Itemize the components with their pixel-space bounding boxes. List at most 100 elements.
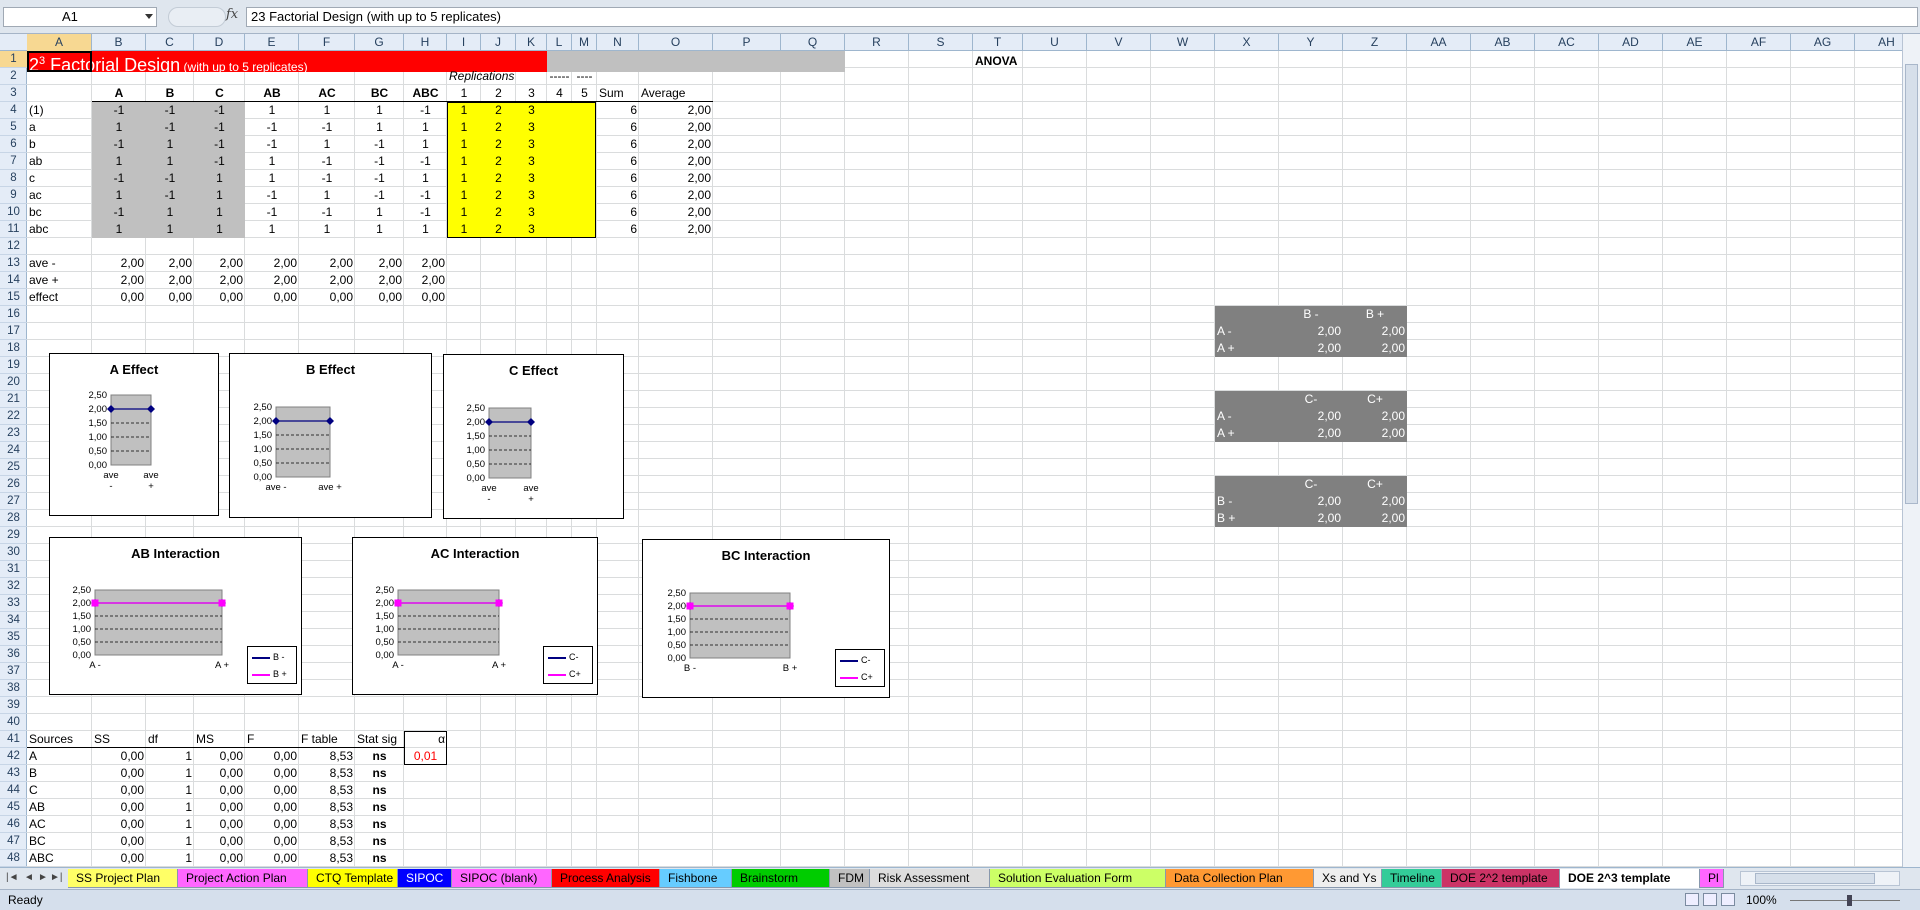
row-header-21[interactable]: 21	[0, 391, 27, 408]
design-value[interactable]: 1	[247, 170, 297, 187]
interaction-value[interactable]: 2,00	[1281, 425, 1341, 442]
replicate-value[interactable]: 3	[518, 221, 545, 238]
column-header-a[interactable]: A	[27, 34, 92, 51]
design-value[interactable]: 1	[406, 119, 445, 136]
anova-significance[interactable]: ns	[357, 765, 402, 782]
row-header-34[interactable]: 34	[0, 612, 27, 629]
effect-value[interactable]: 2,00	[357, 255, 402, 272]
design-header-4[interactable]: 4	[549, 85, 570, 102]
row-header-18[interactable]: 18	[0, 340, 27, 357]
row-header-19[interactable]: 19	[0, 357, 27, 374]
page-layout-view-icon[interactable]	[1703, 893, 1717, 906]
column-header-r[interactable]: R	[845, 34, 909, 51]
row-header-33[interactable]: 33	[0, 595, 27, 612]
column-header-k[interactable]: K	[516, 34, 547, 51]
run-average[interactable]: 2,00	[641, 221, 711, 238]
replicate-value[interactable]: 3	[518, 170, 545, 187]
name-box-dropdown-icon[interactable]	[145, 14, 153, 19]
anova-f-table[interactable]: 8,53	[301, 833, 353, 850]
row-header-12[interactable]: 12	[0, 238, 27, 255]
column-header-ab[interactable]: AB	[1471, 34, 1535, 51]
row-header-39[interactable]: 39	[0, 697, 27, 714]
row-header-3[interactable]: 3	[0, 85, 27, 102]
row-header-46[interactable]: 46	[0, 816, 27, 833]
replicate-value[interactable]: 1	[449, 221, 479, 238]
anova-source[interactable]: A	[29, 748, 90, 765]
row-header-44[interactable]: 44	[0, 782, 27, 799]
column-header-q[interactable]: Q	[781, 34, 845, 51]
design-value[interactable]: -1	[406, 187, 445, 204]
design-value[interactable]: -1	[148, 187, 192, 204]
zoom-slider[interactable]	[1790, 900, 1900, 901]
anova-f-table[interactable]: 8,53	[301, 748, 353, 765]
design-value[interactable]: -1	[247, 187, 297, 204]
anova-source[interactable]: AC	[29, 816, 90, 833]
design-value[interactable]: -1	[357, 136, 402, 153]
design-header-2[interactable]: 2	[483, 85, 514, 102]
interaction-row-label[interactable]: A +	[1217, 425, 1277, 442]
row-header-36[interactable]: 36	[0, 646, 27, 663]
anova-header[interactable]: df	[148, 731, 192, 748]
design-header-average[interactable]: Average	[641, 85, 711, 102]
anova-ms[interactable]: 0,00	[196, 782, 243, 799]
design-value[interactable]: -1	[148, 102, 192, 119]
interaction-row-label[interactable]: A -	[1217, 408, 1277, 425]
run-average[interactable]: 2,00	[641, 119, 711, 136]
row-header-24[interactable]: 24	[0, 442, 27, 459]
run-label[interactable]: b	[29, 136, 90, 153]
chart-b-effect[interactable]: B Effect 2,50 2,00 1,50 1,00 0,50 0,00 ave - ave…	[229, 353, 432, 518]
anova-ss[interactable]: 0,00	[94, 782, 144, 799]
design-value[interactable]: 1	[196, 187, 243, 204]
design-value[interactable]: -1	[406, 153, 445, 170]
run-sum[interactable]: 6	[599, 119, 637, 136]
design-value[interactable]: -1	[406, 204, 445, 221]
row-header-32[interactable]: 32	[0, 578, 27, 595]
sheet-tab-sipoc-blank-[interactable]: SIPOC (blank)	[452, 869, 552, 888]
sheet-tab-timeline[interactable]: Timeline	[1382, 869, 1442, 888]
interaction-col-header[interactable]: C+	[1345, 476, 1405, 493]
anova-ms[interactable]: 0,00	[196, 816, 243, 833]
anova-f[interactable]: 0,00	[247, 765, 297, 782]
cells-area[interactable]: 23 Factorial Design (with up to 5 replic…	[27, 51, 1902, 867]
chart-c-effect[interactable]: C Effect 2,50 2,00 1,50 1,00 0,50 0,00 ave - ave +	[443, 354, 624, 519]
run-average[interactable]: 2,00	[641, 204, 711, 221]
design-value[interactable]: -1	[148, 170, 192, 187]
sheet-tab-ctq-template[interactable]: CTQ Template	[308, 869, 398, 888]
interaction-col-header[interactable]: C-	[1281, 391, 1341, 408]
anova-ss[interactable]: 0,00	[94, 833, 144, 850]
normal-view-icon[interactable]	[1685, 893, 1699, 906]
row-header-47[interactable]: 47	[0, 833, 27, 850]
sheet-tab-doe-2-2-template[interactable]: DOE 2^2 template	[1442, 869, 1560, 888]
design-value[interactable]: 1	[247, 221, 297, 238]
interaction-row-label[interactable]: A -	[1217, 323, 1277, 340]
interaction-value[interactable]: 2,00	[1281, 340, 1341, 357]
sheet-tab-fdm[interactable]: FDM	[830, 869, 870, 888]
design-value[interactable]: 1	[196, 170, 243, 187]
design-value[interactable]: 1	[148, 153, 192, 170]
anova-df[interactable]: 1	[148, 816, 192, 833]
interaction-value[interactable]: 2,00	[1345, 510, 1405, 527]
anova-ss[interactable]: 0,00	[94, 799, 144, 816]
effect-value[interactable]: 0,00	[406, 289, 445, 306]
design-header-5[interactable]: 5	[574, 85, 595, 102]
row-header-10[interactable]: 10	[0, 204, 27, 221]
anova-df[interactable]: 1	[148, 833, 192, 850]
row-header-17[interactable]: 17	[0, 323, 27, 340]
anova-ms[interactable]: 0,00	[196, 833, 243, 850]
anova-header[interactable]: Sources	[29, 731, 90, 748]
replicate-value[interactable]: 3	[518, 204, 545, 221]
anova-source[interactable]: C	[29, 782, 90, 799]
sheet-tab-fishbone[interactable]: Fishbone	[660, 869, 732, 888]
interaction-value[interactable]: 2,00	[1281, 493, 1341, 510]
anova-df[interactable]: 1	[148, 782, 192, 799]
anova-ms[interactable]: 0,00	[196, 765, 243, 782]
interaction-col-header[interactable]: C-	[1281, 476, 1341, 493]
anova-df[interactable]: 1	[148, 850, 192, 867]
column-header-j[interactable]: J	[481, 34, 516, 51]
horizontal-scrollbar[interactable]	[1740, 871, 1900, 886]
interaction-row-label[interactable]: B -	[1217, 493, 1277, 510]
anova-f[interactable]: 0,00	[247, 782, 297, 799]
design-value[interactable]: -1	[301, 119, 353, 136]
design-value[interactable]: -1	[301, 153, 353, 170]
run-sum[interactable]: 6	[599, 136, 637, 153]
